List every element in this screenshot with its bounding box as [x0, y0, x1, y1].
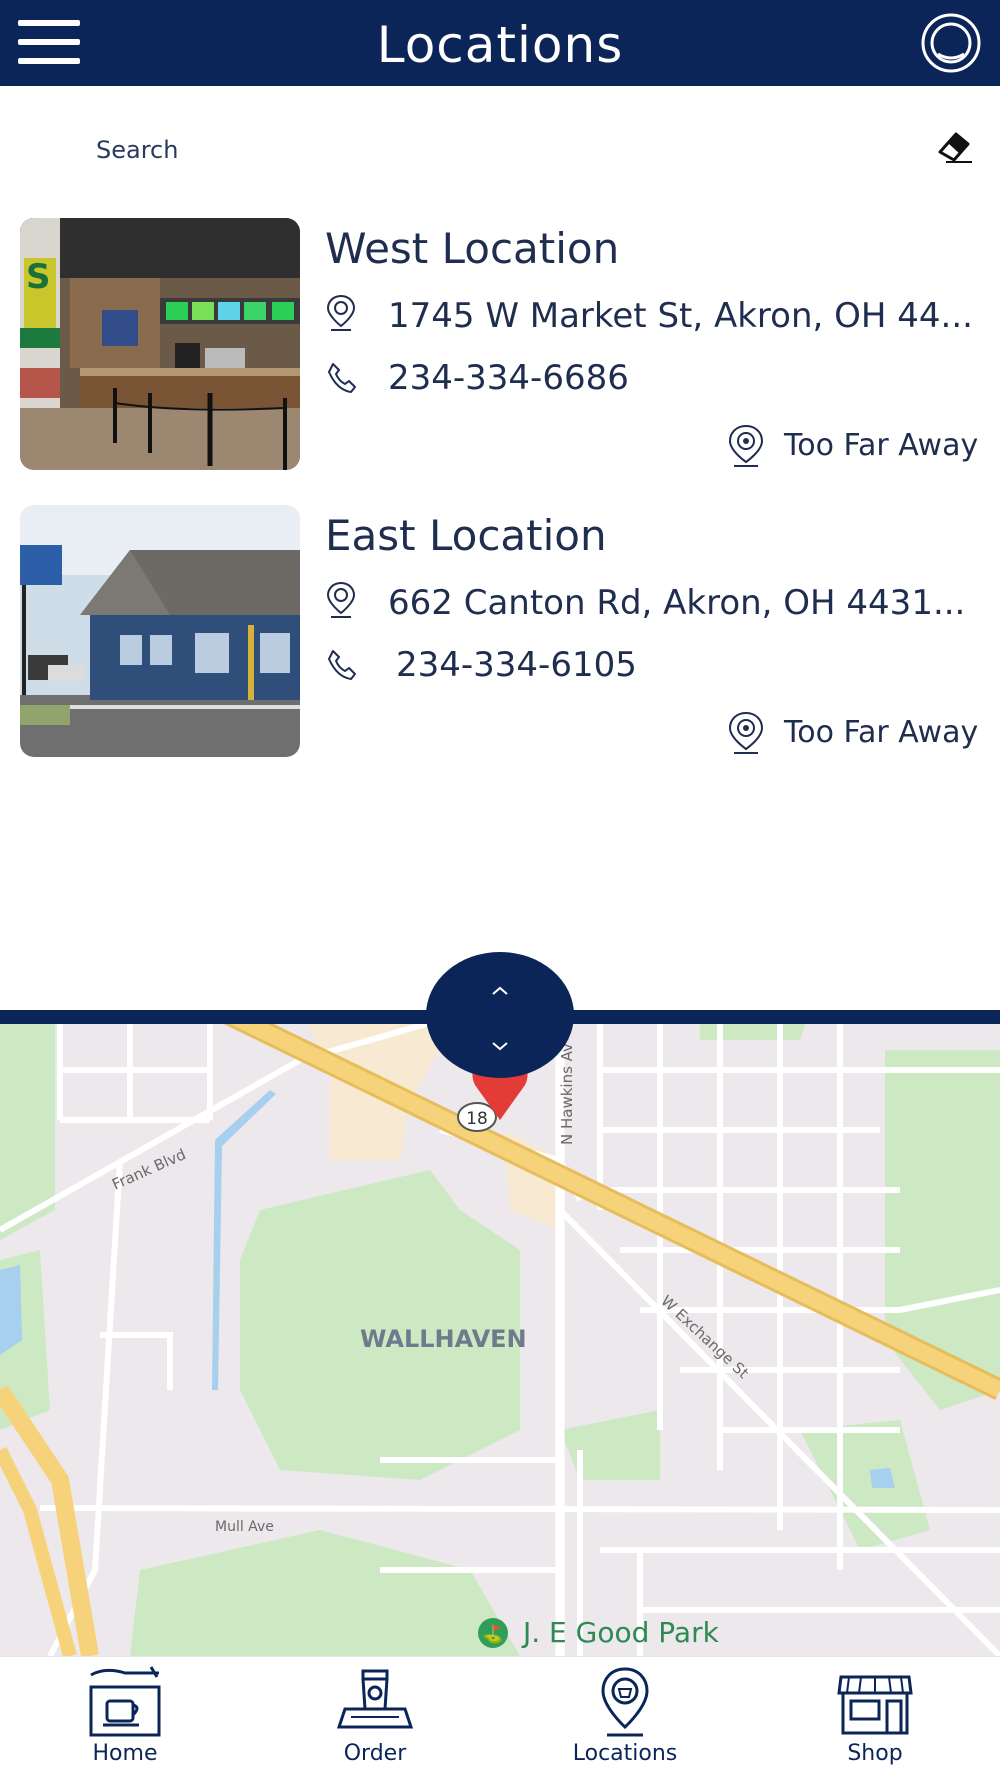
distance-pin-icon: [728, 711, 764, 754]
page-title: Locations: [376, 16, 624, 74]
location-address: 1745 W Market St, Akron, OH 44...: [388, 296, 973, 336]
map-canvas[interactable]: 18 Frank Blvd N Hawkins Av W Exchange St…: [0, 1010, 1000, 1656]
distance-pin-icon: [728, 424, 764, 467]
location-phone[interactable]: 234-334-6686: [388, 358, 629, 398]
location-address: 662 Canton Rd, Akron, OH 4431...: [388, 583, 966, 623]
location-distance: Too Far Away: [784, 428, 979, 463]
nav-order[interactable]: Order: [250, 1657, 500, 1778]
map-view[interactable]: 18 Frank Blvd N Hawkins Av W Exchange St…: [0, 1010, 1000, 1656]
neighborhood-label: WALLHAVEN: [360, 1325, 527, 1353]
address-pin-icon: [326, 581, 356, 618]
nav-shop[interactable]: Shop: [750, 1657, 1000, 1778]
location-pin-icon: [601, 1667, 649, 1737]
nav-locations[interactable]: Locations: [500, 1657, 750, 1778]
west-location-photo: S: [20, 218, 300, 470]
profile-icon[interactable]: [918, 12, 984, 74]
poi-label[interactable]: J. E Good Park: [521, 1616, 720, 1649]
location-card-west[interactable]: S West Location 1745 W Market St, Akron,…: [0, 218, 1000, 478]
map-toggle-button[interactable]: [426, 952, 574, 1078]
order-coffee-icon: [336, 1669, 414, 1729]
bottom-navigation: Home Order Locations Shop: [0, 1656, 1000, 1778]
eraser-icon[interactable]: [934, 126, 974, 166]
location-card-east[interactable]: East Location 662 Canton Rd, Akron, OH 4…: [0, 505, 1000, 765]
nav-label: Shop: [847, 1741, 903, 1766]
home-cafe-icon: [89, 1666, 161, 1737]
location-name: East Location: [325, 511, 607, 560]
app-header: Locations: [0, 0, 1000, 86]
location-name: West Location: [325, 224, 620, 273]
search-bar: [0, 86, 1000, 206]
nav-label: Order: [343, 1741, 407, 1766]
nav-label: Home: [92, 1741, 158, 1766]
search-input[interactable]: [96, 130, 796, 170]
shop-storefront-icon: [837, 1675, 913, 1735]
location-distance: Too Far Away: [784, 715, 979, 750]
address-pin-icon: [326, 294, 356, 331]
chevron-down-icon: [492, 1042, 508, 1051]
phone-icon[interactable]: [325, 645, 357, 683]
location-phone[interactable]: 234-334-6105: [396, 645, 637, 685]
svg-text:⛳: ⛳: [482, 1624, 503, 1645]
east-location-photo: [20, 505, 300, 757]
svg-text:S: S: [26, 257, 51, 297]
route-shield: 18: [466, 1109, 488, 1129]
chevron-up-icon: [492, 986, 508, 995]
phone-icon[interactable]: [325, 358, 357, 396]
nav-label: Locations: [572, 1741, 678, 1766]
nav-home[interactable]: Home: [0, 1657, 250, 1778]
street-label: Mull Ave: [215, 1519, 274, 1535]
